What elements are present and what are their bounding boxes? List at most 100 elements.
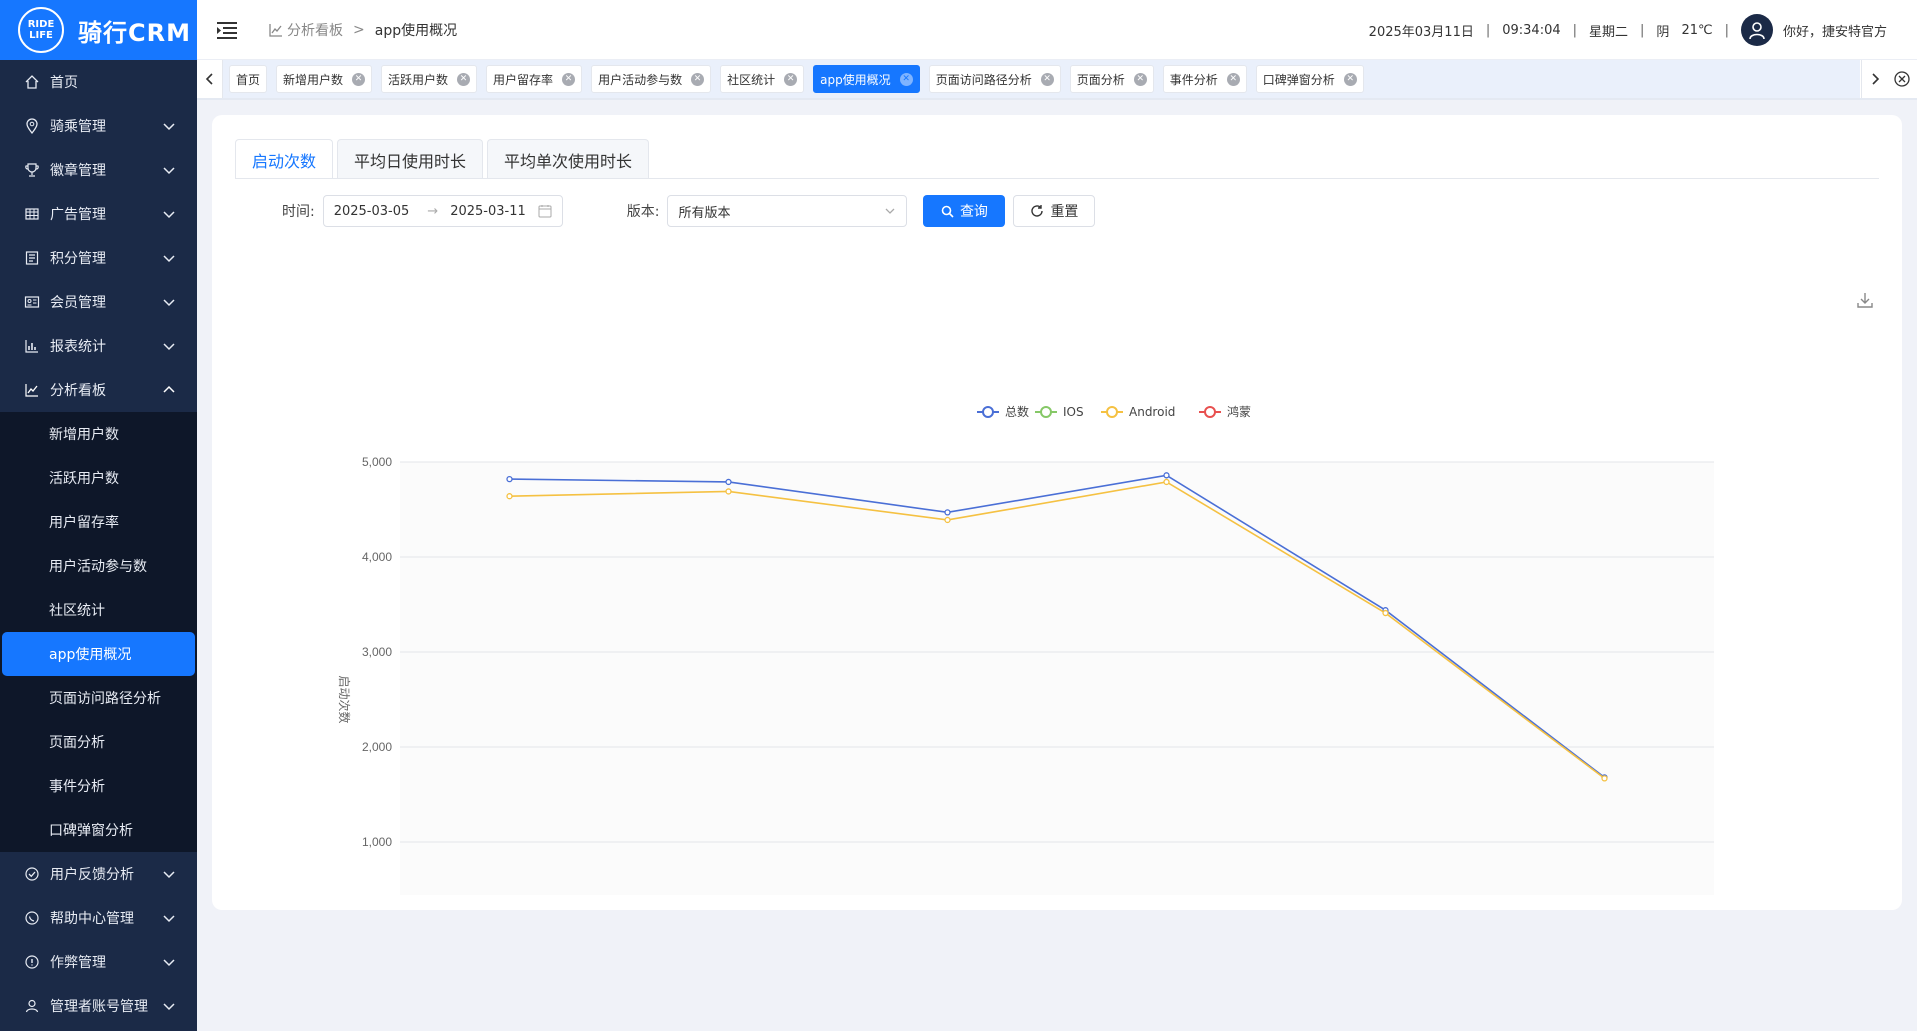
breadcrumb-parent[interactable]: 分析看板 — [287, 20, 343, 40]
user-avatar-icon — [1749, 22, 1765, 40]
sidebar-item-grid[interactable]: 广告管理 — [0, 192, 197, 236]
line-chart-icon — [269, 23, 282, 37]
tab-close-icon[interactable]: ✕ — [899, 72, 913, 86]
tab-close-icon[interactable]: ✕ — [784, 72, 798, 86]
legend-marker — [982, 406, 994, 418]
sidebar-subitem[interactable]: 用户留存率 — [2, 500, 195, 544]
page-tab-label: 页面分析 — [1076, 72, 1125, 87]
page-tab-label: 用户留存率 — [493, 72, 554, 87]
tab-close-icon[interactable]: ✕ — [562, 72, 576, 86]
page-tab[interactable]: 用户活动参与数 ✕ — [591, 65, 712, 93]
sidebar-subitem[interactable]: 新增用户数 — [2, 412, 195, 456]
start-date[interactable]: 2025-03-05 — [334, 204, 410, 219]
reset-button[interactable]: 重置 — [1013, 195, 1096, 227]
page-tab[interactable]: 首页 — [229, 65, 268, 93]
sidebar-menu-bottom: 用户反馈分析 帮助中心管理 作弊管理管理者账号管理 — [0, 852, 197, 1028]
page-tab[interactable]: 页面访问路径分析 ✕ — [928, 65, 1061, 93]
main-card: 启动次数 平均日使用时长 平均单次使用时长 时间: 2025-03-05 → 202… — [212, 115, 1902, 984]
reset-button-label: 重置 — [1050, 204, 1079, 220]
avatar[interactable] — [1740, 14, 1773, 46]
tabs-divider — [235, 178, 1879, 179]
data-point — [944, 509, 951, 516]
sidebar-item-label: 广告管理 — [50, 207, 106, 223]
legend-marker — [1106, 406, 1118, 418]
chevron-left-icon — [205, 73, 213, 85]
version-select[interactable]: 所有版本 — [667, 195, 908, 227]
sidebar-subitem[interactable]: app使用概况 — [2, 632, 195, 676]
sidebar-item-id-card[interactable]: 会员管理 — [0, 280, 197, 324]
logo-top-text: RIDE — [27, 19, 55, 30]
breadcrumb: 分析看板 > app使用概况 — [269, 20, 457, 40]
y-tick-label: 3,000 — [362, 645, 392, 659]
launch-count-line-chart: 01,0002,0003,0004,0005,0002025-03-052025… — [337, 404, 1715, 984]
metric-tab[interactable]: 平均单次使用时长 — [487, 139, 650, 179]
sidebar-item-list[interactable]: 积分管理 — [0, 236, 197, 280]
tabs-scroll-left-button[interactable] — [197, 60, 223, 98]
page-tab[interactable]: 活跃用户数 ✕ — [381, 65, 478, 93]
sidebar-item-bar-chart[interactable]: 报表统计 — [0, 324, 197, 368]
brand[interactable]: RIDE LIFE 骑行CRM — [0, 0, 197, 60]
tab-close-icon[interactable]: ✕ — [1343, 72, 1357, 86]
greeting[interactable]: 你好，捷安特官方 — [1783, 21, 1887, 40]
tab-close-icon[interactable]: ✕ — [1040, 72, 1054, 86]
sidebar-item-home[interactable]: 首页 — [0, 60, 197, 104]
logo-bottom-text: LIFE — [29, 30, 53, 41]
time-label: 时间: — [282, 204, 315, 220]
page-tab[interactable]: 口碑弹窗分析 ✕ — [1255, 65, 1364, 93]
tab-close-icon[interactable]: ✕ — [457, 72, 471, 86]
data-point — [725, 488, 732, 495]
tabs-scroll-right-button[interactable] — [1861, 60, 1887, 98]
metric-tab[interactable]: 启动次数 — [235, 139, 334, 179]
close-circle-icon — [1894, 71, 1910, 87]
tab-close-icon[interactable]: ✕ — [1133, 72, 1147, 86]
sidebar-item-check-circle[interactable]: 用户反馈分析 — [0, 852, 197, 896]
sidebar-item-info[interactable]: 作弊管理 — [0, 940, 197, 984]
sidebar-subitem[interactable]: 页面分析 — [2, 720, 195, 764]
list-icon — [25, 251, 39, 265]
sidebar-item-trophy[interactable]: 徽章管理 — [0, 148, 197, 192]
metric-tab[interactable]: 平均日使用时长 — [337, 139, 484, 179]
tab-close-icon[interactable]: ✕ — [352, 72, 366, 86]
chart-container: 01,0002,0003,0004,0005,0002025-03-052025… — [212, 275, 1902, 984]
sidebar-item-user[interactable]: 管理者账号管理 — [0, 984, 197, 1028]
date-range-picker[interactable]: 2025-03-05 → 2025-03-11 — [322, 195, 563, 227]
top-header: 分析看板 > app使用概况 2025年03月11日 | 09:34:04 | … — [197, 0, 1917, 60]
sidebar-subitem[interactable]: 用户活动参与数 — [2, 544, 195, 588]
search-button[interactable]: 查询 — [923, 195, 1006, 227]
menu-toggle-icon[interactable] — [217, 21, 239, 39]
legend-label: 鸿蒙 — [1227, 405, 1251, 419]
data-point — [506, 475, 513, 483]
sidebar-item-label: 积分管理 — [50, 251, 106, 267]
id-card-icon — [24, 296, 40, 308]
page-tab[interactable]: 社区统计 ✕ — [720, 65, 805, 93]
calendar-icon — [538, 205, 552, 218]
end-date[interactable]: 2025-03-11 — [450, 204, 526, 219]
sidebar-subitem[interactable]: 页面访问路径分析 — [2, 676, 195, 720]
sidebar-item-chat[interactable]: 帮助中心管理 — [0, 896, 197, 940]
page-tab[interactable]: 用户留存率 ✕ — [486, 65, 583, 93]
page-tab[interactable]: 页面分析 ✕ — [1069, 65, 1154, 93]
page-tab[interactable]: 新增用户数 ✕ — [276, 65, 373, 93]
page-tab[interactable]: app使用概况 ✕ — [813, 65, 920, 93]
page-tab[interactable]: 事件分析 ✕ — [1162, 65, 1247, 93]
sidebar-item-line-chart[interactable]: 分析看板 — [0, 368, 197, 412]
close-all-tabs-button[interactable] — [1887, 60, 1917, 98]
sidebar-item-label: 管理者账号管理 — [50, 999, 148, 1015]
bar-chart-icon — [25, 340, 38, 353]
chevron-down-icon — [163, 211, 175, 219]
page-tab-label: 页面访问路径分析 — [935, 72, 1032, 87]
weather: 阴 — [1656, 24, 1670, 40]
sidebar-subitem[interactable]: 事件分析 — [2, 764, 195, 808]
sidebar-subitem[interactable]: 社区统计 — [2, 588, 195, 632]
divider: | — [1572, 22, 1578, 38]
tab-close-icon[interactable]: ✕ — [691, 72, 705, 86]
data-point — [1601, 775, 1608, 782]
tab-close-icon[interactable]: ✕ — [1226, 72, 1240, 86]
home-icon — [25, 75, 39, 89]
sidebar-item-location[interactable]: 骑乘管理 — [0, 104, 197, 148]
page-tab-label: 用户活动参与数 — [598, 72, 683, 87]
chevron-down-icon — [163, 255, 175, 263]
sidebar-subitem[interactable]: 口碑弹窗分析 — [2, 808, 195, 852]
sidebar-subitem[interactable]: 活跃用户数 — [2, 456, 195, 500]
chevron-down-icon — [163, 167, 175, 175]
